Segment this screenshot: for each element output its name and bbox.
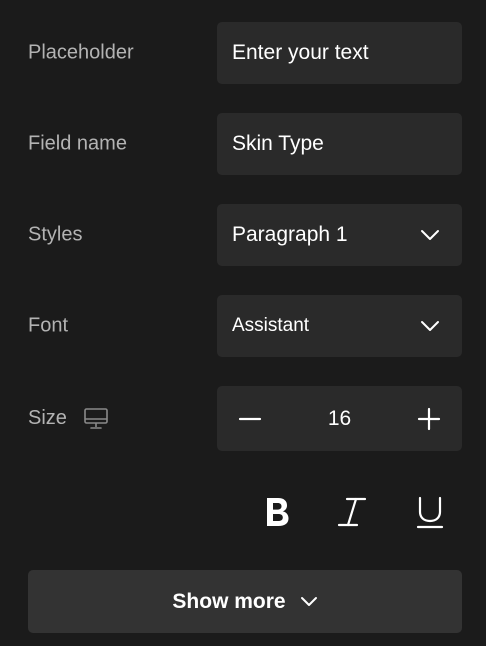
font-dropdown-value: Assistant (232, 315, 310, 336)
chevron-down-icon (421, 230, 439, 240)
font-label: Font (28, 314, 69, 337)
styles-row: Styles Paragraph 1 (28, 204, 462, 266)
size-label-group: Size (28, 407, 109, 431)
underline-icon[interactable] (410, 492, 450, 532)
show-more-label: Show more (172, 589, 286, 613)
desktop-monitor-icon[interactable] (83, 407, 109, 431)
styles-dropdown[interactable]: Paragraph 1 (217, 204, 462, 266)
field-name-input-value: Skin Type (232, 132, 324, 155)
field-name-input[interactable]: Skin Type (217, 113, 462, 175)
placeholder-input-value: Enter your text (232, 41, 369, 64)
chevron-down-icon (300, 597, 317, 606)
size-stepper: 16 (217, 386, 462, 451)
field-name-row: Field name Skin Type (28, 113, 462, 175)
chevron-down-icon (421, 321, 439, 331)
font-dropdown[interactable]: Assistant (217, 295, 462, 357)
placeholder-row: Placeholder Enter your text (28, 22, 462, 84)
plus-icon[interactable] (417, 407, 441, 431)
placeholder-label: Placeholder (28, 41, 134, 64)
styles-label: Styles (28, 223, 83, 246)
italic-icon[interactable] (332, 492, 372, 532)
font-row: Font Assistant (28, 295, 462, 357)
size-value[interactable]: 16 (328, 407, 351, 431)
placeholder-input[interactable]: Enter your text (217, 22, 462, 84)
field-name-label: Field name (28, 132, 127, 155)
styles-dropdown-value: Paragraph 1 (232, 223, 348, 246)
size-label: Size (28, 407, 67, 429)
minus-icon[interactable] (238, 407, 262, 431)
show-more-button[interactable]: Show more (28, 570, 462, 633)
bold-icon[interactable] (256, 492, 296, 532)
size-row: Size 16 (28, 386, 462, 451)
